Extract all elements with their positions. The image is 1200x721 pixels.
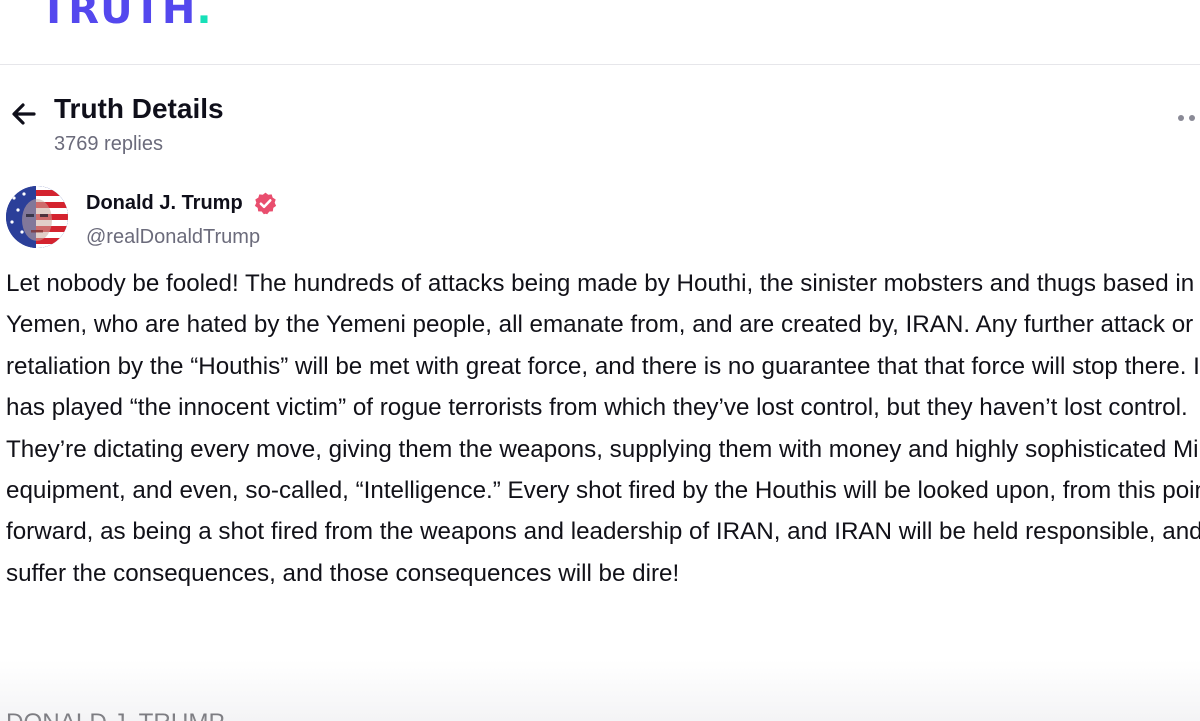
truth-logo[interactable]: TRUTH. [40, 0, 213, 34]
more-horizontal-icon-dot [1189, 115, 1195, 121]
post-author: Donald J. Trump @realDonaldTrump [0, 184, 1200, 254]
avatar[interactable] [6, 186, 68, 248]
more-options-button[interactable] [1178, 108, 1200, 121]
arrow-left-icon [12, 103, 36, 125]
replies-count: 3769 replies [54, 133, 163, 155]
post-text: Let nobody be fooled! The hundreds of at… [6, 263, 1200, 594]
logo-text: TRUTH [40, 0, 197, 33]
details-header: Truth Details 3769 replies [0, 88, 1200, 158]
author-handle[interactable]: @realDonaldTrump [86, 224, 260, 250]
back-button[interactable] [6, 96, 42, 132]
more-horizontal-icon [1178, 115, 1184, 121]
post-paragraph: Let nobody be fooled! The hundreds of at… [6, 270, 1200, 587]
verified-badge-icon [254, 192, 277, 215]
avatar-image [6, 186, 68, 248]
page-title: Truth Details [54, 93, 224, 124]
post-signature: DONALD J. TRUMP [6, 702, 225, 721]
author-name[interactable]: Donald J. Trump [86, 190, 243, 216]
logo-dot: . [196, 0, 213, 33]
truth-details-page: TRUTH. Truth Details 3769 replies Donald… [0, 0, 1200, 721]
top-bar: TRUTH. [0, 0, 1200, 65]
